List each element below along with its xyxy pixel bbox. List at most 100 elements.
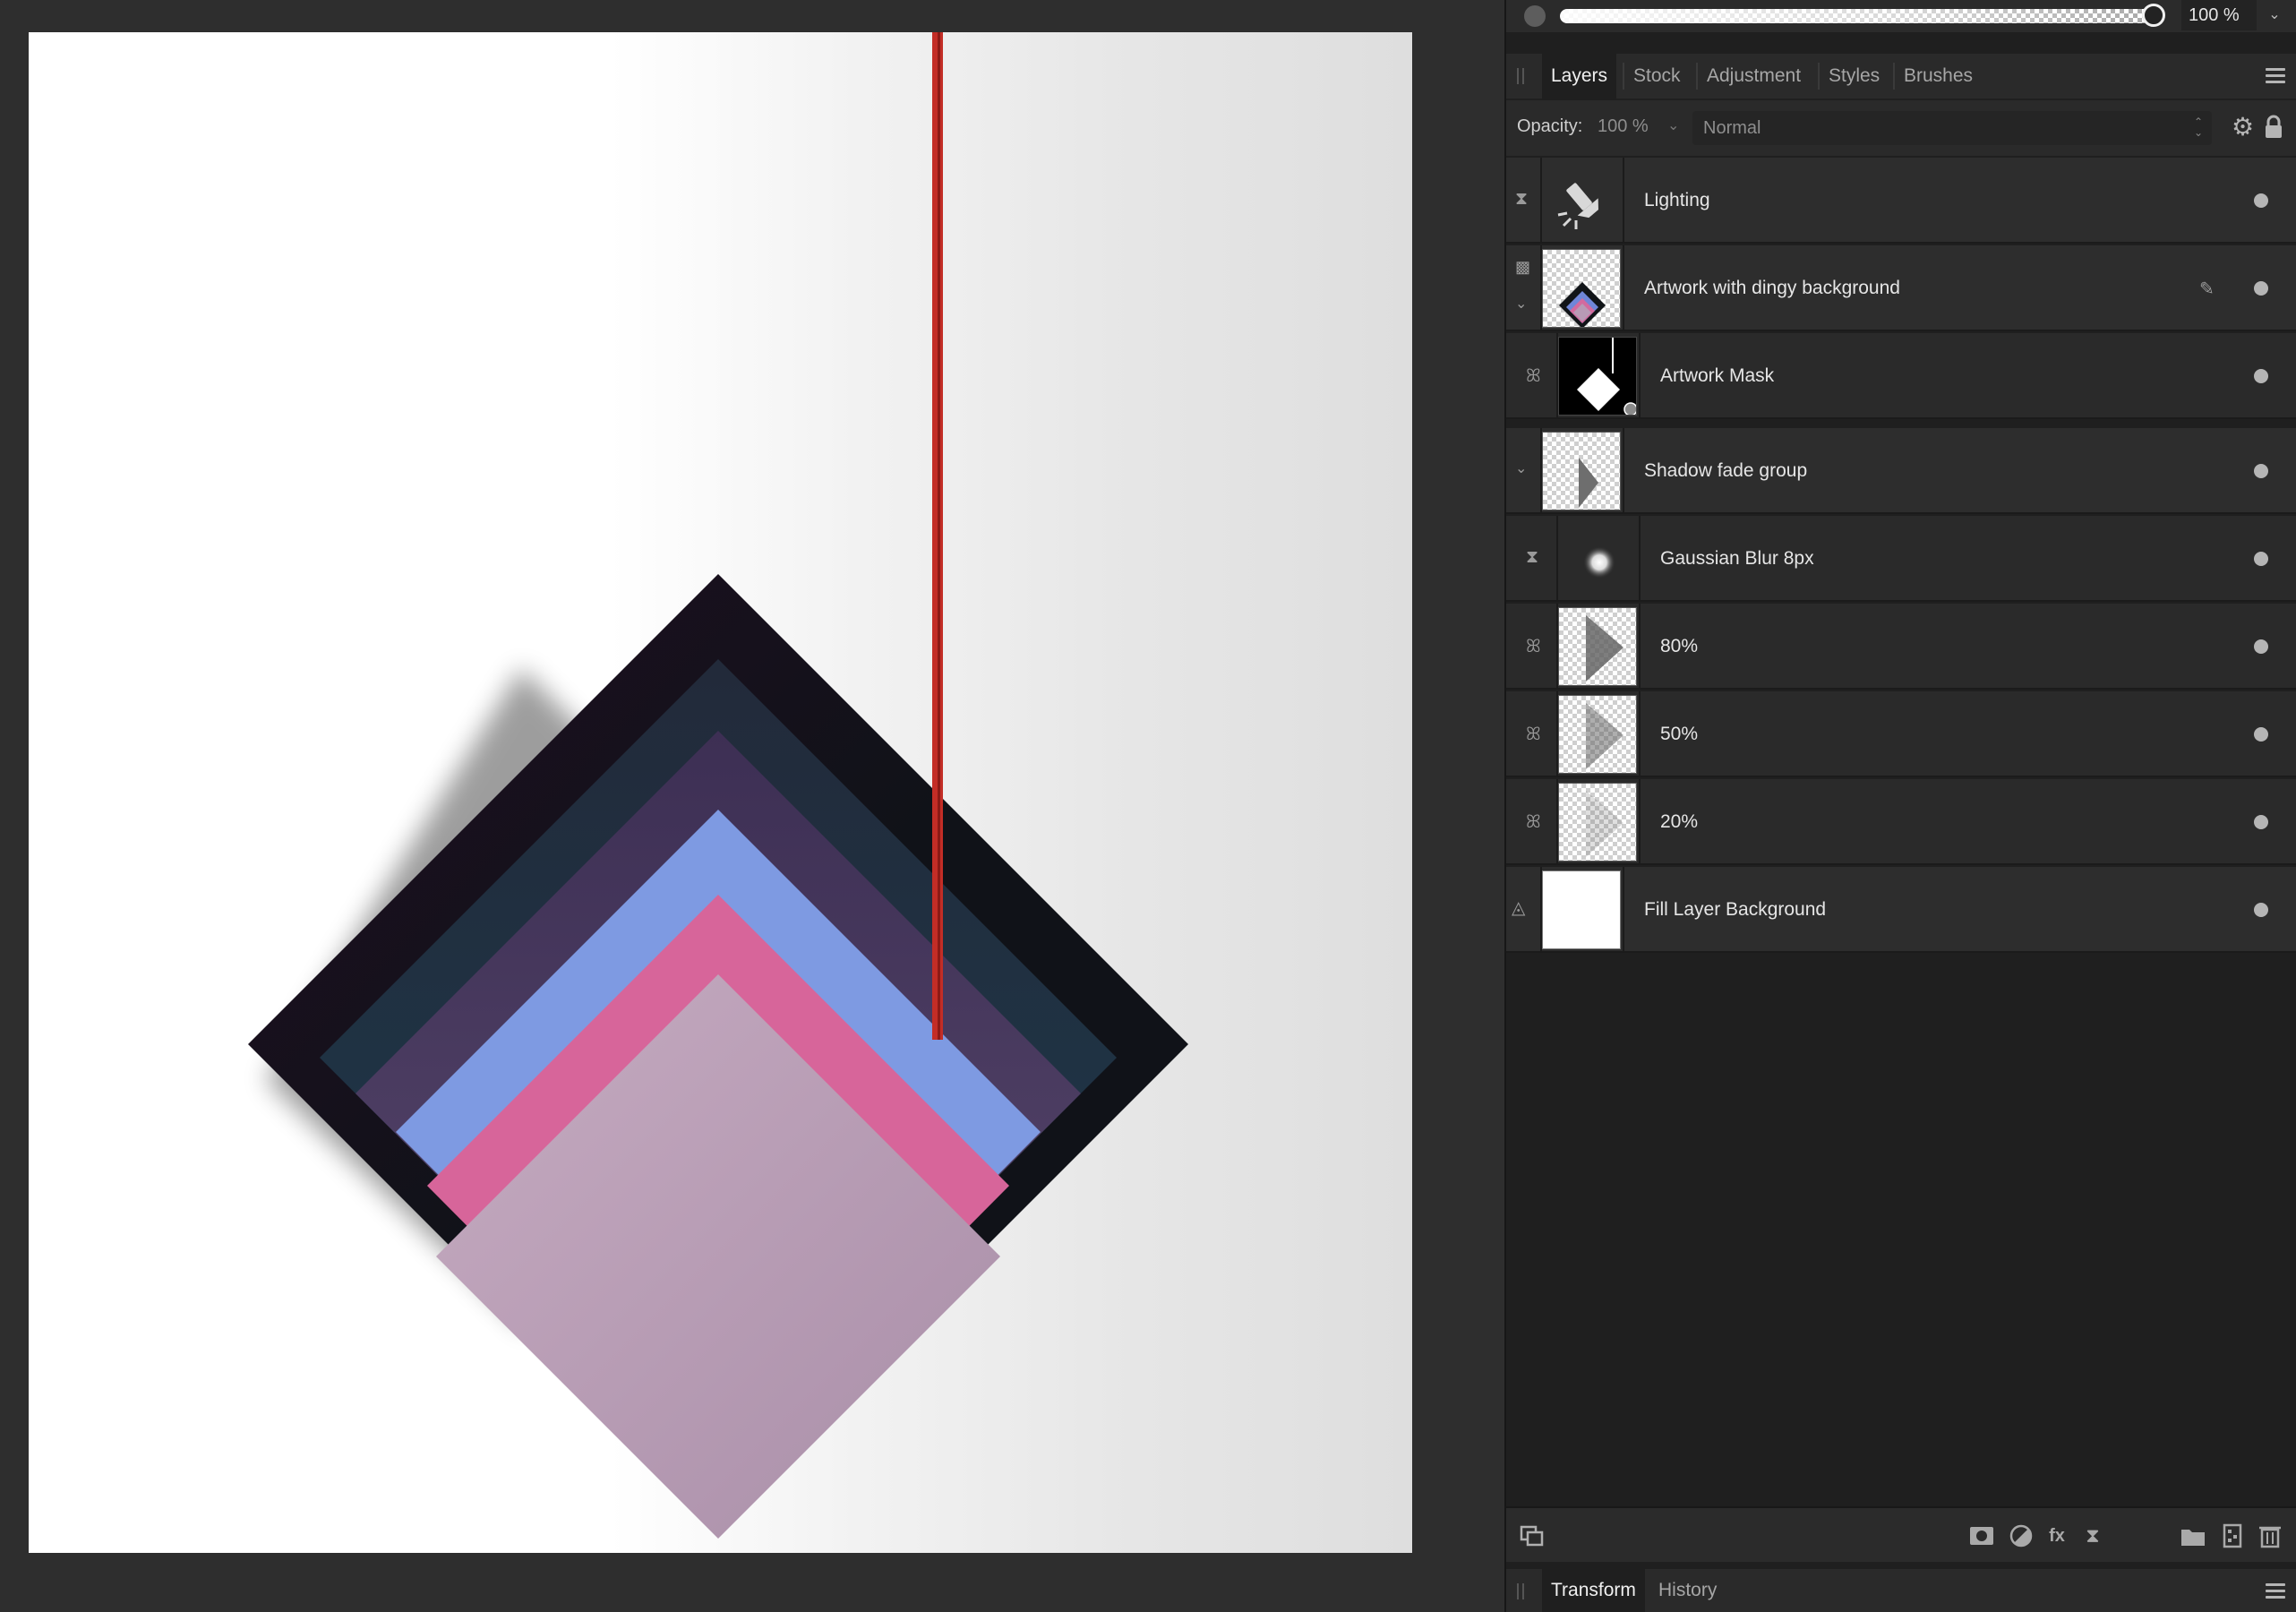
layer-row-20[interactable]: ꕤ 20%	[1506, 779, 2296, 865]
layer-gutter: ꕤ	[1506, 333, 1556, 419]
lock-icon[interactable]	[2264, 115, 2283, 140]
artwork-thumbnail	[1542, 249, 1621, 328]
clip-icon: ꕤ	[1526, 725, 1541, 744]
divider	[1639, 604, 1641, 690]
layers-toolbar: fx ⧗	[1506, 1506, 2296, 1562]
blur-icon	[1558, 519, 1637, 598]
layer-row-shadow-group[interactable]: ⌄ Shadow fade group	[1506, 428, 2296, 514]
divider	[1639, 691, 1641, 777]
divider	[1639, 516, 1641, 602]
layer-row-gaussian-blur[interactable]: ⧗ Gaussian Blur 8px	[1506, 516, 2296, 602]
live-filter-icon: ⧗	[1515, 189, 1529, 209]
blend-mode-select[interactable]: Normal ⌃ ⌄	[1692, 111, 2212, 145]
layer-name[interactable]: Artwork Mask	[1660, 333, 1774, 419]
live-filter-icon[interactable]: ⧗	[2079, 1522, 2106, 1549]
layer-row-50[interactable]: ꕤ 50%	[1506, 691, 2296, 777]
stepper-arrows-icon: ⌃ ⌄	[2193, 116, 2203, 139]
layer-properties-bar: Opacity: 100 % ⌄ Normal ⌃ ⌄ ⚙	[1506, 100, 2296, 156]
divider	[1623, 867, 1624, 953]
chevron-down-icon[interactable]: ⌄	[1667, 116, 1679, 134]
layer-name[interactable]: Fill Layer Background	[1644, 867, 1826, 953]
drag-grip-icon[interactable]	[1517, 68, 1524, 84]
lighting-icon	[1542, 161, 1621, 240]
tab-history[interactable]: History	[1649, 1569, 1726, 1612]
opacity-slider[interactable]	[1560, 9, 2151, 23]
layer-row-fill-background[interactable]: ◬ Fill Layer Background	[1506, 867, 2296, 953]
tab-brushes[interactable]: Brushes	[1895, 54, 1982, 99]
opacity-label: Opacity:	[1517, 116, 1583, 136]
layer-name[interactable]: 20%	[1660, 779, 1698, 865]
panel-menu-icon[interactable]	[2266, 68, 2285, 84]
fx-icon[interactable]: fx	[2043, 1522, 2070, 1549]
panel-menu-icon[interactable]	[2266, 1583, 2285, 1599]
layer-gutter: ▩ ⌄	[1506, 245, 1540, 331]
visibility-toggle[interactable]	[2254, 727, 2268, 742]
layer-gutter: ⌄	[1506, 428, 1540, 514]
layer-name[interactable]: Gaussian Blur 8px	[1660, 516, 1814, 602]
triangle-thumbnail	[1558, 607, 1637, 686]
clip-icon: ꕤ	[1526, 637, 1541, 656]
group-thumbnail	[1542, 432, 1621, 510]
gear-icon[interactable]: ⚙	[2232, 113, 2254, 141]
add-mask-icon[interactable]	[1968, 1522, 1995, 1549]
fill-thumbnail	[1542, 870, 1621, 949]
visibility-toggle[interactable]	[2254, 815, 2268, 829]
opacity-value-field[interactable]: 100 %	[2181, 0, 2257, 30]
opacity-slider-strip: 100 % ⌄	[1506, 0, 2296, 32]
chevron-down-icon[interactable]: ⌄	[2257, 0, 2292, 30]
tab-transform[interactable]: Transform	[1542, 1569, 1645, 1612]
document-canvas[interactable]	[29, 32, 1412, 1553]
triangle-thumbnail	[1558, 783, 1637, 862]
chevron-down-icon[interactable]: ⌄	[1515, 296, 1527, 313]
panel-tabs: Layers Stock Adjustment Styles Brushes	[1506, 54, 2296, 99]
opacity-slider-handle[interactable]	[2142, 4, 2165, 27]
divider	[1639, 333, 1641, 419]
trash-icon[interactable]	[2257, 1522, 2283, 1549]
layer-row-artwork[interactable]: ▩ ⌄ Artwork with dingy background ✎	[1506, 245, 2296, 331]
tab-styles[interactable]: Styles	[1820, 54, 1889, 99]
live-filter-icon: ⧗	[1526, 547, 1539, 567]
layer-row-lighting[interactable]: ⧗ Lighting	[1506, 158, 2296, 244]
tab-adjustment[interactable]: Adjustment	[1698, 54, 1810, 99]
studio-panel: 100 % ⌄ Layers Stock Adjustment Styles B…	[1504, 0, 2296, 1612]
layer-gutter: ꕤ	[1506, 604, 1556, 690]
visibility-toggle[interactable]	[2254, 464, 2268, 478]
layer-row-80[interactable]: ꕤ 80%	[1506, 604, 2296, 690]
artwork-illustration	[248, 32, 1188, 1539]
drag-grip-icon[interactable]	[1517, 1583, 1524, 1599]
visibility-toggle[interactable]	[2254, 903, 2268, 917]
folder-icon[interactable]	[2180, 1522, 2206, 1549]
layer-name[interactable]: 80%	[1660, 604, 1698, 690]
layer-name[interactable]: Artwork with dingy background	[1644, 245, 1900, 331]
mask-icon: ▩	[1515, 258, 1531, 276]
divider	[1623, 245, 1624, 331]
brush-icon: ✎	[2199, 279, 2215, 299]
add-pixel-layer-icon[interactable]	[2219, 1522, 2246, 1549]
layer-opacity-field[interactable]: 100 %	[1598, 116, 1649, 137]
layer-row-artwork-mask[interactable]: ꕤ Artwork Mask	[1506, 333, 2296, 419]
blend-mode-value: Normal	[1703, 118, 1761, 138]
visibility-toggle[interactable]	[2254, 369, 2268, 383]
layer-name[interactable]: Shadow fade group	[1644, 428, 1807, 514]
divider	[1623, 428, 1624, 514]
workspace	[0, 0, 1504, 1612]
layer-gutter: ꕤ	[1506, 691, 1556, 777]
triangle-thumbnail	[1558, 695, 1637, 774]
tab-stock[interactable]: Stock	[1624, 54, 1690, 99]
color-swatch-icon[interactable]	[1524, 5, 1546, 27]
divider	[1623, 158, 1624, 244]
chevron-down-icon[interactable]: ⌄	[1515, 460, 1527, 478]
visibility-toggle[interactable]	[2254, 281, 2268, 296]
layer-options-icon[interactable]	[1519, 1522, 1546, 1549]
bottom-panel-tabs: Transform History	[1506, 1569, 2296, 1612]
layer-name[interactable]: 50%	[1660, 691, 1698, 777]
visibility-toggle[interactable]	[2254, 552, 2268, 566]
adjustment-icon[interactable]	[2008, 1522, 2035, 1549]
layer-gutter: ꕤ	[1506, 779, 1556, 865]
layer-name[interactable]: Lighting	[1644, 158, 1710, 244]
layer-gutter: ⧗	[1506, 516, 1556, 602]
visibility-toggle[interactable]	[2254, 193, 2268, 208]
visibility-toggle[interactable]	[2254, 639, 2268, 654]
divider	[1639, 779, 1641, 865]
tab-layers[interactable]: Layers	[1542, 54, 1617, 99]
